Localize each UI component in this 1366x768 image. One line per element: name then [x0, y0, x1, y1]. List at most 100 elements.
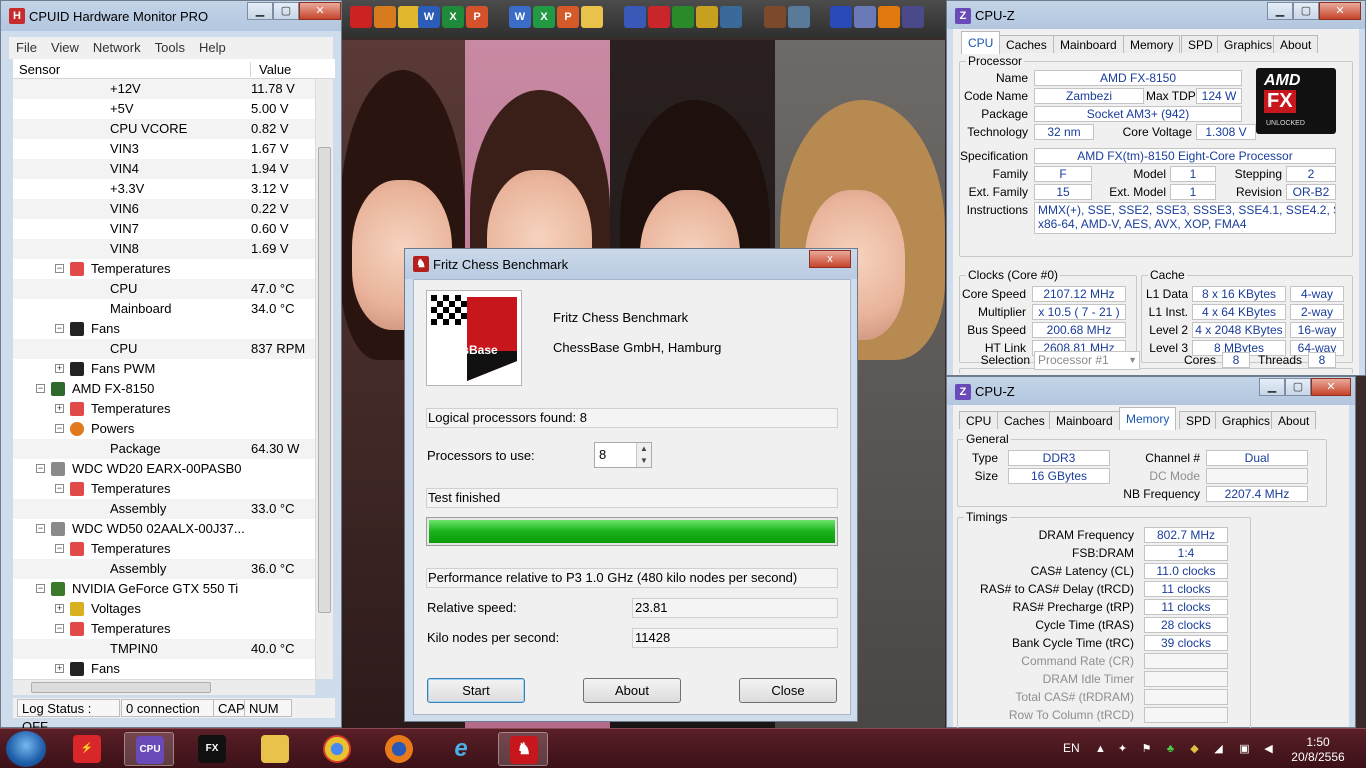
- app-shortcut-icon[interactable]: [788, 6, 810, 28]
- vertical-scrollbar[interactable]: [315, 79, 333, 679]
- device-row[interactable]: − WDC WD50 02AALX-00J37...: [13, 519, 315, 539]
- close-dialog-button[interactable]: Close: [739, 678, 837, 703]
- tab-cpu[interactable]: CPU: [959, 411, 999, 429]
- expand-toggle[interactable]: +: [55, 364, 64, 373]
- sensor-row[interactable]: VIN6 0.22 V: [13, 199, 315, 219]
- tab-caches[interactable]: Caches: [999, 35, 1054, 53]
- sensor-group-row[interactable]: + Fans: [13, 659, 315, 679]
- expand-toggle[interactable]: +: [55, 664, 64, 673]
- value-column-header[interactable]: Value: [250, 62, 291, 77]
- taskbar-item-explorer[interactable]: [250, 732, 300, 766]
- tab-memory[interactable]: Memory: [1119, 407, 1177, 430]
- collapse-toggle[interactable]: −: [36, 464, 45, 473]
- close-button[interactable]: x: [809, 250, 851, 268]
- minimize-button[interactable]: ▁: [1259, 378, 1285, 396]
- sensor-row[interactable]: CPU 837 RPM: [13, 339, 315, 359]
- device-row[interactable]: − NVIDIA GeForce GTX 550 Ti: [13, 579, 315, 599]
- system-clock[interactable]: 1:50 20/8/2556: [1288, 735, 1348, 765]
- tray-app-icon[interactable]: ◆: [1188, 743, 1201, 756]
- menu-tools[interactable]: Tools: [148, 37, 192, 58]
- collapse-toggle[interactable]: −: [36, 384, 45, 393]
- processor-select[interactable]: Processor #1 ▼: [1034, 351, 1140, 370]
- app-shortcut-icon[interactable]: [350, 6, 372, 28]
- menu-view[interactable]: View: [44, 37, 86, 58]
- start-button[interactable]: Start: [427, 678, 525, 703]
- sensor-row[interactable]: +3.3V 3.12 V: [13, 179, 315, 199]
- chevron-up-icon[interactable]: ▲: [637, 443, 651, 455]
- sensor-group-row[interactable]: + Fans PWM: [13, 359, 315, 379]
- tray-app-icon[interactable]: ♣: [1164, 743, 1177, 756]
- sensor-row[interactable]: Package 64.30 W: [13, 439, 315, 459]
- taskbar-item-firefox[interactable]: [374, 732, 424, 766]
- scrollbar-thumb[interactable]: [31, 682, 211, 693]
- taskbar-item-chrome[interactable]: [312, 732, 362, 766]
- close-button[interactable]: ✕: [1319, 2, 1361, 20]
- sensor-group-row[interactable]: − Temperatures: [13, 259, 315, 279]
- sensor-row[interactable]: +12V 11.78 V: [13, 79, 315, 99]
- app-shortcut-icon[interactable]: [854, 6, 876, 28]
- minimize-button[interactable]: ▁: [247, 2, 273, 20]
- collapse-toggle[interactable]: −: [55, 484, 64, 493]
- processors-stepper[interactable]: 8 ▲ ▼: [594, 442, 652, 468]
- word-icon[interactable]: W: [509, 6, 531, 28]
- tab-mainboard[interactable]: Mainboard: [1053, 35, 1124, 53]
- tab-memory[interactable]: Memory: [1123, 35, 1181, 53]
- sensor-group-row[interactable]: − Temperatures: [13, 479, 315, 499]
- app-shortcut-icon[interactable]: [830, 6, 852, 28]
- tab-graphics[interactable]: Graphics: [1215, 411, 1278, 429]
- device-row[interactable]: − WDC WD20 EARX-00PASB0: [13, 459, 315, 479]
- collapse-toggle[interactable]: −: [55, 624, 64, 633]
- cpuz-titlebar[interactable]: Z CPU-Z ▁ ▢ ✕: [947, 377, 1355, 405]
- collapse-toggle[interactable]: −: [55, 424, 64, 433]
- menu-help[interactable]: Help: [192, 37, 233, 58]
- start-button[interactable]: [6, 731, 46, 767]
- tab-caches[interactable]: Caches: [997, 411, 1052, 429]
- maximize-button[interactable]: ▢: [1293, 2, 1319, 20]
- taskbar-item-cpuz[interactable]: CPU: [124, 732, 174, 766]
- sensor-group-row[interactable]: − Powers: [13, 419, 315, 439]
- tab-cpu[interactable]: CPU: [961, 31, 1001, 54]
- menu-network[interactable]: Network: [86, 37, 148, 58]
- tab-graphics[interactable]: Graphics: [1217, 35, 1280, 53]
- app-shortcut-icon[interactable]: [672, 6, 694, 28]
- taskbar-item-amd[interactable]: FX: [187, 732, 237, 766]
- network-icon[interactable]: ▣: [1238, 743, 1251, 756]
- app-shortcut-icon[interactable]: [764, 6, 786, 28]
- word-icon[interactable]: W: [418, 6, 440, 28]
- sensor-row[interactable]: Mainboard 34.0 °C: [13, 299, 315, 319]
- tab-spd[interactable]: SPD: [1179, 411, 1218, 429]
- sensor-row[interactable]: VIN8 1.69 V: [13, 239, 315, 259]
- tray-app-icon[interactable]: ✦: [1116, 743, 1129, 756]
- vlc-icon[interactable]: [878, 6, 900, 28]
- collapse-toggle[interactable]: −: [36, 584, 45, 593]
- scrollbar-thumb[interactable]: [318, 147, 331, 613]
- sensor-group-row[interactable]: − Temperatures: [13, 539, 315, 559]
- menu-file[interactable]: File: [9, 37, 44, 58]
- excel-icon[interactable]: X: [442, 6, 464, 28]
- close-button[interactable]: ✕: [1311, 378, 1351, 396]
- maximize-button[interactable]: ▢: [273, 2, 299, 20]
- sensor-row[interactable]: CPU VCORE 0.82 V: [13, 119, 315, 139]
- app-shortcut-icon[interactable]: [696, 6, 718, 28]
- fritz-titlebar[interactable]: ♞ Fritz Chess Benchmark x: [405, 249, 857, 279]
- powerpoint-icon[interactable]: P: [466, 6, 488, 28]
- sensor-row[interactable]: TMPIN0 40.0 °C: [13, 639, 315, 659]
- device-row[interactable]: − AMD FX-8150: [13, 379, 315, 399]
- about-button[interactable]: About: [583, 678, 681, 703]
- app-shortcut-icon[interactable]: [398, 6, 420, 28]
- tab-about[interactable]: About: [1273, 35, 1319, 53]
- taskbar-item-ie[interactable]: e: [436, 732, 486, 766]
- tab-mainboard[interactable]: Mainboard: [1049, 411, 1120, 429]
- collapse-toggle[interactable]: −: [55, 544, 64, 553]
- stepper-arrows[interactable]: ▲ ▼: [636, 443, 651, 467]
- tray-app-icon[interactable]: ◢: [1212, 743, 1225, 756]
- tab-spd[interactable]: SPD: [1181, 35, 1220, 53]
- language-indicator[interactable]: EN: [1063, 741, 1080, 755]
- excel-icon[interactable]: X: [533, 6, 555, 28]
- app-shortcut-icon[interactable]: [374, 6, 396, 28]
- sensor-group-row[interactable]: − Temperatures: [13, 619, 315, 639]
- sensor-row[interactable]: VIN7 0.60 V: [13, 219, 315, 239]
- taskbar-item-fritz[interactable]: ♞: [498, 732, 548, 766]
- sensor-row[interactable]: CPU 47.0 °C: [13, 279, 315, 299]
- taskbar-item-hwmonitor[interactable]: ⚡: [62, 732, 112, 766]
